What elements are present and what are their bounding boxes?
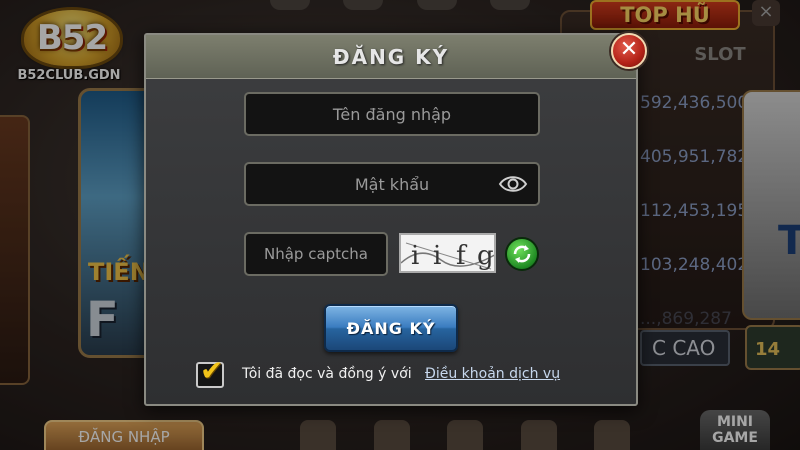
captcha-char: f	[456, 241, 466, 271]
refresh-icon[interactable]	[505, 237, 539, 271]
agree-checkbox[interactable]: ✔	[196, 354, 224, 388]
username-input[interactable]	[246, 94, 538, 134]
password-input[interactable]	[246, 164, 538, 204]
close-icon[interactable]: ✕	[611, 33, 647, 69]
eye-icon[interactable]	[498, 172, 528, 196]
checkmark-icon: ✔	[200, 354, 224, 387]
captcha-image: i i f g	[399, 233, 496, 273]
captcha-field[interactable]	[244, 232, 388, 276]
dialog-title: ĐĂNG KÝ	[332, 45, 450, 69]
captcha-char: i	[411, 241, 420, 271]
refresh-arrows	[513, 245, 531, 263]
captcha-char: i	[433, 241, 442, 271]
agree-row: ✔ Tôi đã đọc và đồng ý với Điều khoản dị…	[196, 354, 616, 390]
agree-text: Tôi đã đọc và đồng ý với	[242, 366, 412, 382]
password-field[interactable]	[244, 162, 540, 206]
username-field[interactable]	[244, 92, 540, 136]
captcha-char: g	[477, 241, 494, 271]
register-button[interactable]: ĐĂNG KÝ	[324, 304, 458, 352]
terms-link[interactable]: Điều khoản dịch vụ	[425, 366, 560, 382]
captcha-input[interactable]	[246, 234, 386, 274]
